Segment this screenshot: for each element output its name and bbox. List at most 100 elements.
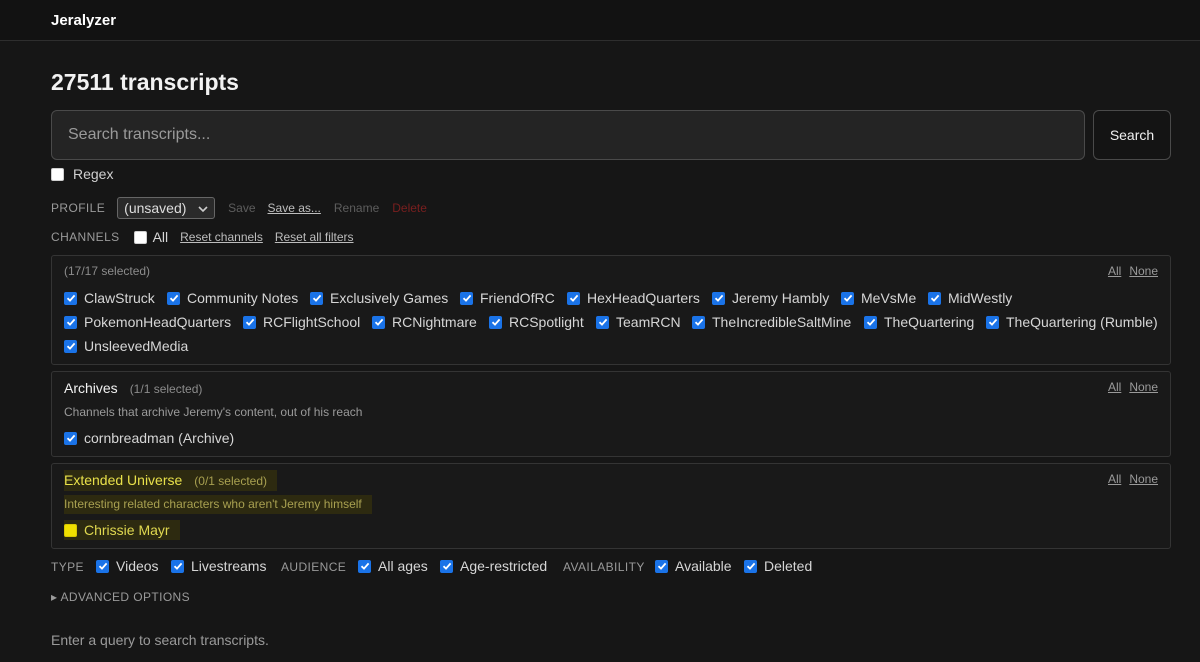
channel-item[interactable]: RCSpotlight xyxy=(489,314,584,330)
channel-checkbox[interactable] xyxy=(64,431,77,445)
channel-checkbox[interactable] xyxy=(841,291,854,305)
channel-label: MeVsMe xyxy=(861,290,917,306)
filter-deleted[interactable]: Deleted xyxy=(744,558,812,574)
channel-checkbox[interactable] xyxy=(567,291,580,305)
channel-checkbox[interactable] xyxy=(928,291,941,305)
channel-label: HexHeadQuarters xyxy=(587,290,700,306)
channel-checkbox[interactable] xyxy=(692,315,705,329)
profile-save-as-link[interactable]: Save as... xyxy=(268,201,321,215)
channel-item[interactable]: Exclusively Games xyxy=(310,290,448,306)
deleted-label: Deleted xyxy=(764,558,813,574)
channels-all-label: All xyxy=(152,229,169,245)
app-title[interactable]: Jeralyzer xyxy=(51,12,116,29)
channel-label: RCFlightSchool xyxy=(263,314,361,330)
channel-checkbox[interactable] xyxy=(64,523,77,537)
channel-checkbox[interactable] xyxy=(167,291,180,305)
page-title: 27511 transcripts xyxy=(51,69,239,95)
channel-checkbox[interactable] xyxy=(460,291,473,305)
group-none-link[interactable]: None xyxy=(1129,264,1158,278)
group-title: Archives xyxy=(64,380,118,396)
age-restricted-checkbox[interactable] xyxy=(440,559,453,573)
profile-select[interactable]: (unsaved) xyxy=(117,197,216,219)
all-ages-checkbox[interactable] xyxy=(358,559,371,573)
channel-item[interactable]: MeVsMe xyxy=(841,290,916,306)
channel-label: TheIncredibleSaltMine xyxy=(712,314,852,330)
channel-label: Exclusively Games xyxy=(330,290,449,306)
group-description: Channels that archive Jeremy's content, … xyxy=(64,405,363,419)
channel-item[interactable]: PokemonHeadQuarters xyxy=(64,314,231,330)
search-input[interactable] xyxy=(51,110,1085,160)
profile-save-button[interactable]: Save xyxy=(228,201,255,215)
chevron-down-icon xyxy=(198,200,208,216)
channel-checkbox[interactable] xyxy=(712,291,725,305)
group-title: Extended Universe xyxy=(64,472,183,488)
channel-label: PokemonHeadQuarters xyxy=(84,314,232,330)
channel-item[interactable]: TheQuartering xyxy=(864,314,974,330)
livestreams-label: Livestreams xyxy=(191,558,267,574)
channels-all-checkbox[interactable] xyxy=(133,230,147,244)
profile-delete-button[interactable]: Delete xyxy=(392,201,427,215)
group-description: Interesting related characters who aren'… xyxy=(64,495,372,514)
group-none-link[interactable]: None xyxy=(1129,472,1158,486)
group-header: Archives (1/1 selected) xyxy=(64,380,202,396)
availability-label: AVAILABILITY xyxy=(563,560,645,574)
reset-channels-link[interactable]: Reset channels xyxy=(180,230,263,244)
channel-item[interactable]: MidWestly xyxy=(928,290,1012,306)
filter-videos[interactable]: Videos xyxy=(96,558,159,574)
channel-item[interactable]: Jeremy Hambly xyxy=(712,290,829,306)
channel-item[interactable]: TheIncredibleSaltMine xyxy=(692,314,851,330)
group-all-none: All None xyxy=(1100,264,1158,278)
channel-checkbox[interactable] xyxy=(489,315,502,329)
channel-label: Jeremy Hambly xyxy=(732,290,830,306)
deleted-checkbox[interactable] xyxy=(744,559,757,573)
livestreams-checkbox[interactable] xyxy=(171,559,184,573)
group-header: (17/17 selected) xyxy=(64,264,150,278)
channel-item[interactable]: TeamRCN xyxy=(596,314,681,330)
regex-checkbox[interactable] xyxy=(51,167,64,181)
channel-label: TheQuartering (Rumble) xyxy=(1006,314,1158,330)
regex-option[interactable]: Regex xyxy=(51,166,113,182)
channel-item[interactable]: FriendOfRC xyxy=(460,290,555,306)
reset-all-filters-link[interactable]: Reset all filters xyxy=(275,230,354,244)
channel-item[interactable]: UnsleevedMedia xyxy=(64,338,188,354)
channel-item[interactable]: HexHeadQuarters xyxy=(567,290,700,306)
channel-item[interactable]: RCNightmare xyxy=(372,314,477,330)
group-header: Extended Universe (0/1 selected) xyxy=(64,470,277,491)
channel-checkbox[interactable] xyxy=(64,315,77,329)
channel-item[interactable]: Chrissie Mayr xyxy=(64,520,180,540)
videos-checkbox[interactable] xyxy=(96,559,109,573)
channel-checkbox[interactable] xyxy=(64,339,77,353)
group-all-link[interactable]: All xyxy=(1108,472,1121,486)
channel-item[interactable]: TheQuartering (Rumble) xyxy=(986,314,1158,330)
channel-item[interactable]: RCFlightSchool xyxy=(243,314,360,330)
channel-item[interactable]: Community Notes xyxy=(167,290,298,306)
channel-label: RCNightmare xyxy=(392,314,477,330)
channel-group-main: (17/17 selected) All None ClawStruck Commu… xyxy=(51,255,1171,365)
group-all-none: All None xyxy=(1100,472,1158,486)
channel-checkbox[interactable] xyxy=(372,315,385,329)
channel-checkbox[interactable] xyxy=(864,315,877,329)
group-none-link[interactable]: None xyxy=(1129,380,1158,394)
channel-label: MidWestly xyxy=(948,290,1013,306)
channel-checkbox[interactable] xyxy=(986,315,999,329)
profile-rename-button[interactable]: Rename xyxy=(334,201,379,215)
channel-item[interactable]: cornbreadman (Archive) xyxy=(64,430,234,446)
filter-livestreams[interactable]: Livestreams xyxy=(171,558,266,574)
type-label: TYPE xyxy=(51,560,84,574)
channel-checkbox[interactable] xyxy=(310,291,323,305)
channel-item[interactable]: ClawStruck xyxy=(64,290,155,306)
group-all-link[interactable]: All xyxy=(1108,264,1121,278)
channel-checkbox[interactable] xyxy=(64,291,77,305)
filter-age-restricted[interactable]: Age-restricted xyxy=(440,558,547,574)
advanced-options-toggle[interactable]: ▸ ADVANCED OPTIONS xyxy=(51,590,190,604)
filter-available[interactable]: Available xyxy=(655,558,732,574)
search-button[interactable]: Search xyxy=(1093,110,1171,160)
channel-label: RCSpotlight xyxy=(509,314,584,330)
regex-label: Regex xyxy=(73,166,114,182)
available-checkbox[interactable] xyxy=(655,559,668,573)
channel-checkbox[interactable] xyxy=(243,315,256,329)
channel-checkbox[interactable] xyxy=(596,315,609,329)
filter-all-ages[interactable]: All ages xyxy=(358,558,428,574)
channel-label: UnsleevedMedia xyxy=(84,338,189,354)
group-all-link[interactable]: All xyxy=(1108,380,1121,394)
